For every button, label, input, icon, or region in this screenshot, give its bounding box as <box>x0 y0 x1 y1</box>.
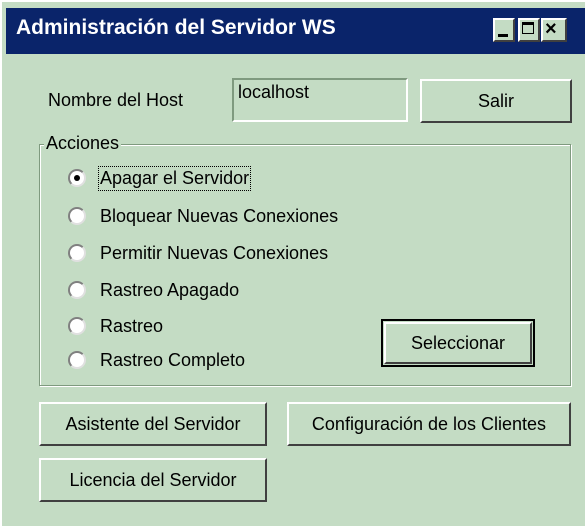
radio-label: Permitir Nuevas Conexiones <box>100 242 329 263</box>
select-button-label: Seleccionar <box>410 332 506 353</box>
server-license-label: Licencia del Servidor <box>69 469 237 490</box>
close-icon: × <box>545 18 557 40</box>
window-title: Administración del Servidor WS <box>16 16 336 39</box>
host-name-field[interactable]: localhost <box>232 78 408 122</box>
host-name-label: Nombre del Host <box>48 90 184 110</box>
close-button[interactable]: × <box>541 18 567 42</box>
server-wizard-button[interactable]: Asistente del Servidor <box>39 402 267 446</box>
minimize-button[interactable] <box>493 18 515 42</box>
minimize-icon <box>498 34 508 37</box>
radio-apagar-servidor[interactable]: Apagar el Servidor <box>68 165 252 191</box>
select-button-face: Seleccionar <box>384 322 532 364</box>
client-config-button[interactable]: Configuración de los Clientes <box>287 402 571 446</box>
radio-rastreo-completo[interactable]: Rastreo Completo <box>68 348 245 372</box>
maximize-icon <box>522 22 534 34</box>
title-bar[interactable]: Administración del Servidor WS × <box>6 8 585 54</box>
radio-button[interactable] <box>68 281 86 299</box>
radio-label: Rastreo Completo <box>100 349 246 370</box>
host-name-value: localhost <box>238 82 310 102</box>
radio-permitir-conexiones[interactable]: Permitir Nuevas Conexiones <box>68 241 328 265</box>
radio-button[interactable] <box>68 351 86 369</box>
radio-button[interactable] <box>68 244 86 262</box>
radio-label: Rastreo <box>100 315 164 336</box>
radio-bloquear-conexiones[interactable]: Bloquear Nuevas Conexiones <box>68 204 338 228</box>
radio-rastreo[interactable]: Rastreo <box>68 314 163 338</box>
exit-button[interactable]: Salir <box>420 79 572 123</box>
client-config-label: Configuración de los Clientes <box>311 413 547 434</box>
radio-label: Rastreo Apagado <box>100 279 240 300</box>
radio-button[interactable] <box>68 317 86 335</box>
select-button[interactable]: Seleccionar <box>381 319 535 367</box>
radio-label: Apagar el Servidor <box>97 165 252 191</box>
server-wizard-label: Asistente del Servidor <box>65 413 241 434</box>
radio-button[interactable] <box>68 207 86 225</box>
maximize-button[interactable] <box>518 18 540 42</box>
radio-button[interactable] <box>68 169 86 187</box>
actions-group-label: Acciones <box>44 133 122 154</box>
exit-button-label: Salir <box>477 90 514 111</box>
server-license-button[interactable]: Licencia del Servidor <box>39 458 267 502</box>
radio-rastreo-apagado[interactable]: Rastreo Apagado <box>68 278 239 302</box>
radio-label: Bloquear Nuevas Conexiones <box>100 205 339 226</box>
server-admin-window: Administración del Servidor WS × Nombre … <box>0 0 585 526</box>
